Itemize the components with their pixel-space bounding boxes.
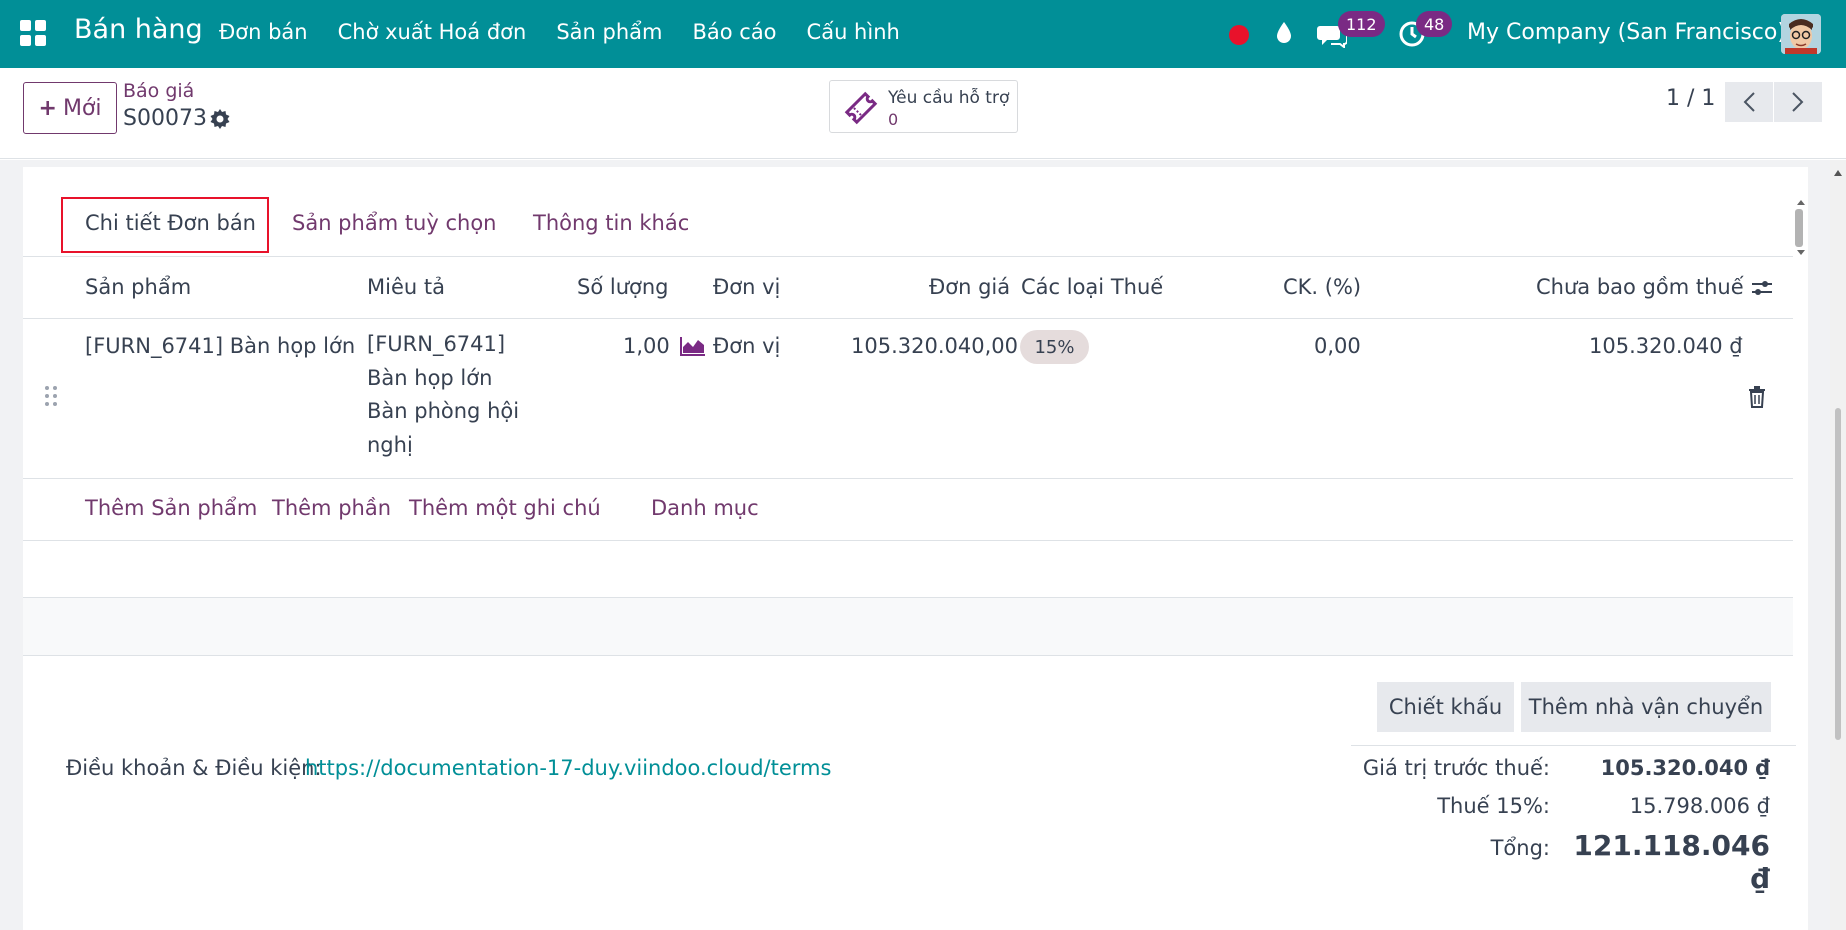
col-discount[interactable]: CK. (%)	[1283, 275, 1361, 299]
activities-badge: 48	[1416, 11, 1453, 37]
menu-item-reporting[interactable]: Báo cáo	[692, 20, 776, 44]
tax-value: 15.798.006 ₫	[1629, 794, 1770, 818]
pager-previous-button[interactable]	[1725, 82, 1773, 122]
company-switcher[interactable]: My Company (San Francisco)	[1467, 20, 1786, 45]
plus-icon: +	[38, 95, 57, 121]
breadcrumb-parent[interactable]: Báo giá	[123, 80, 194, 102]
col-subtotal[interactable]: Chưa bao gồm thuế	[1536, 275, 1744, 299]
messages-badge: 112	[1338, 11, 1385, 37]
drop-icon[interactable]	[1274, 20, 1294, 46]
menu-item-products[interactable]: Sản phẩm	[556, 20, 662, 44]
highlight-box	[61, 197, 269, 253]
table-row[interactable]: [FURN_6741] Bàn họp lớn [FURN_6741] Bàn …	[23, 319, 1793, 479]
add-line-controls: Thêm Sản phẩm Thêm phần Thêm một ghi chú…	[23, 480, 1793, 541]
support-count: 0	[888, 110, 899, 129]
terms-label: Điều khoản & Điều kiện:	[66, 756, 322, 780]
catalog-link[interactable]: Danh mục	[651, 496, 759, 520]
col-product[interactable]: Sản phẩm	[85, 275, 191, 299]
unit-price-cell[interactable]: 105.320.040,00	[851, 334, 1018, 358]
menu-item-orders[interactable]: Đơn bán	[219, 20, 308, 44]
tax-label: Thuế 15%:	[1437, 794, 1550, 818]
untaxed-label: Giá trị trước thuế:	[1362, 756, 1550, 780]
page-scrollbar[interactable]	[1830, 160, 1846, 930]
gear-icon[interactable]	[210, 109, 230, 129]
record-name: S00073	[123, 106, 207, 131]
description-cell[interactable]: [FURN_6741] Bàn họp lớn Bàn phòng hội ng…	[367, 328, 519, 462]
chevron-left-icon	[1743, 92, 1755, 112]
trash-icon[interactable]	[1748, 386, 1766, 408]
subtotal-cell: 105.320.040 ₫	[1589, 334, 1743, 358]
untaxed-value: 105.320.040 ₫	[1600, 756, 1770, 780]
column-settings-icon[interactable]	[1750, 277, 1774, 299]
description-line: Bàn họp lớn	[367, 365, 493, 390]
ticket-icon	[844, 91, 878, 125]
tab-other-info[interactable]: Thông tin khác	[533, 211, 689, 235]
col-quantity[interactable]: Số lượng	[577, 275, 669, 299]
discount-cell[interactable]: 0,00	[1314, 334, 1361, 358]
add-note-link[interactable]: Thêm một ghi chú	[409, 496, 601, 520]
uom-cell[interactable]: Đơn vị	[713, 334, 780, 358]
description-line: [FURN_6741]	[367, 332, 506, 356]
forecast-chart-icon[interactable]	[680, 336, 706, 356]
new-button[interactable]: + Mới	[23, 82, 117, 134]
add-product-link[interactable]: Thêm Sản phẩm	[85, 496, 257, 520]
total-value: 121.118.046 ₫	[1573, 829, 1770, 895]
add-section-link[interactable]: Thêm phần	[272, 496, 391, 520]
menu-item-to-invoice[interactable]: Chờ xuất Hoá đơn	[338, 20, 527, 44]
add-shipping-button[interactable]: Thêm nhà vận chuyển	[1521, 682, 1771, 732]
tab-optional-products[interactable]: Sản phẩm tuỳ chọn	[292, 211, 496, 235]
notebook-tabs: Chi tiết Đơn bán Sản phẩm tuỳ chọn Thông…	[23, 197, 1793, 257]
new-button-label: Mới	[62, 95, 102, 121]
support-ticket-button[interactable]: Yêu cầu hỗ trợ 0	[829, 80, 1018, 133]
drag-handle-icon[interactable]	[44, 385, 58, 407]
discount-button[interactable]: Chiết khấu	[1377, 682, 1514, 732]
record-dot-icon[interactable]	[1229, 25, 1249, 45]
col-uom[interactable]: Đơn vị	[713, 275, 780, 299]
user-avatar[interactable]	[1781, 14, 1821, 54]
table-scrollbar[interactable]	[1793, 200, 1807, 257]
col-unit-price[interactable]: Đơn giá	[929, 275, 1010, 299]
col-description[interactable]: Miêu tả	[367, 275, 445, 299]
totals-divider	[1351, 745, 1796, 746]
terms-link[interactable]: https://documentation-17-duy.viindoo.clo…	[305, 756, 831, 780]
total-label: Tổng:	[1490, 836, 1550, 860]
menu-item-configuration[interactable]: Cấu hình	[807, 20, 900, 44]
control-panel: + Mới Báo giá S00073 Yêu cầu hỗ trợ 0 1 …	[0, 68, 1846, 159]
col-taxes[interactable]: Các loại Thuế	[1021, 275, 1163, 299]
app-name[interactable]: Bán hàng	[74, 14, 203, 45]
table-header: Sản phẩm Miêu tả Số lượng Đơn vị Đơn giá…	[23, 258, 1793, 319]
product-cell[interactable]: [FURN_6741] Bàn họp lớn	[85, 334, 355, 358]
description-line: nghị	[367, 432, 413, 457]
quantity-cell[interactable]: 1,00	[623, 334, 670, 358]
empty-row	[23, 598, 1793, 656]
pager-value[interactable]: 1 / 1	[1666, 86, 1715, 111]
chevron-right-icon	[1792, 92, 1804, 112]
apps-menu-icon[interactable]	[20, 20, 46, 46]
tax-tag[interactable]: 15%	[1020, 330, 1089, 364]
support-label: Yêu cầu hỗ trợ	[888, 88, 1010, 108]
main-menu: Đơn bán Chờ xuất Hoá đơn Sản phẩm Báo cá…	[219, 20, 900, 44]
description-line: Bàn phòng hội	[367, 399, 520, 423]
empty-row	[23, 541, 1793, 598]
pager-next-button[interactable]	[1774, 82, 1822, 122]
